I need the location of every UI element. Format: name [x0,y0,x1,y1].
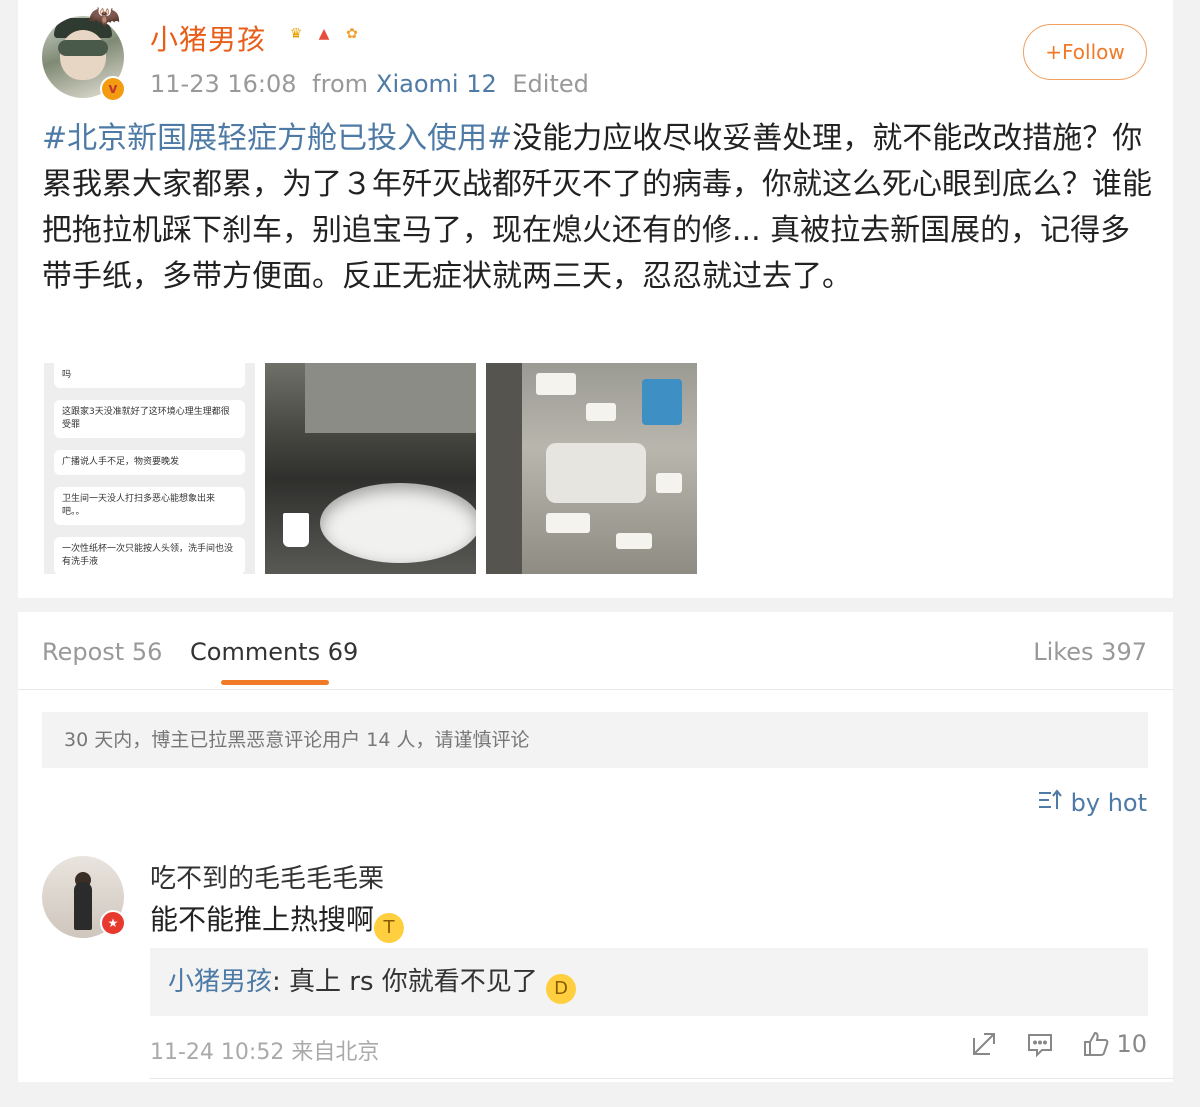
laughing-emoji-icon: D [546,974,577,1004]
reply-text: : 真上 rs 你就看不见了 [272,967,538,997]
reply-button[interactable] [1026,1030,1054,1058]
post-card: 🦇 v 小猪男孩 ♛ ▲ ✿ 11-23 16:08 from Xiaomi 12… [18,0,1173,598]
like-button[interactable]: 10 [1082,1030,1147,1058]
share-button[interactable] [970,1030,998,1058]
reply-author[interactable]: 小猪男孩 [168,967,272,997]
tab-likes[interactable]: Likes 397 [1033,638,1147,666]
commenter-name[interactable]: 吃不到的毛毛毛毛栗 [150,858,384,895]
divider [150,1078,1173,1079]
fish-badge-icon: ✿ [346,26,358,42]
image-thumbnail-sink[interactable] [265,363,476,574]
bat-decoration-icon: 🦇 [88,2,121,32]
author-name[interactable]: 小猪男孩 [150,18,266,58]
chat-message: 广播说人手不足，物资要晚发 [54,450,245,475]
sort-icon [1037,788,1063,818]
post-timestamp: 11-23 16:08 [150,70,297,98]
comments-card: Repost 56 Comments 69 Likes 397 30 天内，博主… [18,612,1173,1082]
verified-badge-icon: v [100,76,126,102]
post-content: #北京新国展轻症方舱已投入使用#没能力应收尽收妥善处理，就不能改改措施？你累我累… [42,116,1157,300]
like-count: 10 [1116,1030,1147,1058]
user-badges: ♛ ▲ ✿ [284,22,364,46]
active-tab-indicator [221,680,329,685]
crown-icon: ♛ [289,26,303,42]
comment-meta: 11-24 10:52 来自北京 [150,1034,379,1066]
reply-preview[interactable]: 小猪男孩: 真上 rs 你就看不见了 D [150,948,1148,1016]
chat-message: 一次性纸杯一次只能按人头领，洗手间也没有洗手液 [54,537,245,574]
blocked-users-notice: 30 天内，博主已拉黑恶意评论用户 14 人，请谨慎评论 [42,712,1148,768]
comment-actions: 10 [970,1030,1147,1058]
chat-message: 这跟家3天没准就好了这环境心理生理都很受罪 [54,400,245,438]
follow-button[interactable]: +Follow [1023,24,1147,80]
mountain-badge-icon: ▲ [318,26,330,42]
sort-toggle[interactable]: by hot [1037,788,1147,818]
image-gallery: 吗 这跟家3天没准就好了这环境心理生理都很受罪 广播说人手不足，物资要晚发 卫生… [44,363,697,574]
image-thumbnail-chat[interactable]: 吗 这跟家3天没准就好了这环境心理生理都很受罪 广播说人手不足，物资要晚发 卫生… [44,363,255,574]
topic-link[interactable]: #北京新国展轻症方舱已投入使用# [42,121,512,156]
thumbs-up-icon [1084,1031,1109,1056]
commenter-badge-icon: ★ [100,910,126,936]
comment-location: 来自北京 [291,1040,380,1065]
chat-message: 吗 [54,363,245,388]
post-tabs: Repost 56 Comments 69 Likes 397 [18,612,1173,690]
crying-emoji-icon: T [374,913,405,943]
chat-message: 卫生间一天没人打扫多恶心能想象出来吧。。 [54,487,245,525]
comment-timestamp: 11-24 10:52 [150,1040,285,1065]
share-icon [973,1033,996,1055]
tab-repost[interactable]: Repost 56 [42,638,162,666]
edited-label[interactable]: Edited [512,70,588,98]
tab-comments[interactable]: Comments 69 [190,638,358,666]
comment-icon [1028,1034,1053,1058]
comment-body: 能不能推上热搜啊 [150,903,375,936]
from-label: from [312,70,369,98]
comment-text: 能不能推上热搜啊 T [150,898,405,943]
device-name: Xiaomi 12 [376,70,497,98]
post-meta: 11-23 16:08 from Xiaomi 12 Edited [150,70,597,98]
image-thumbnail-toilet[interactable] [486,363,697,574]
sort-label: by hot [1070,789,1147,817]
